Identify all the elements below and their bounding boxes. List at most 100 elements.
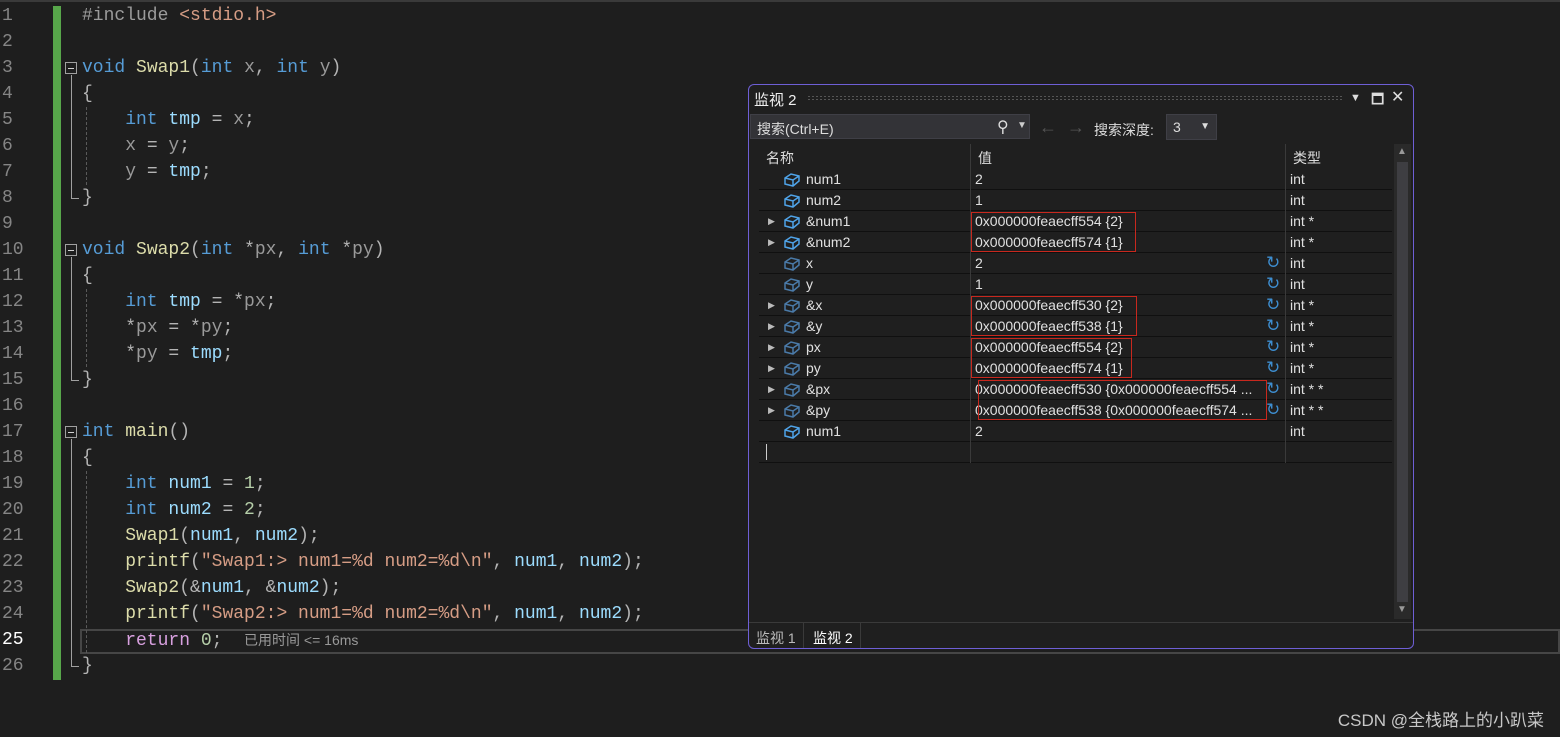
refresh-icon[interactable]: ↻ [1266,401,1280,419]
code-line[interactable]: x = y; [82,133,190,159]
back-arrow-icon[interactable]: ← [1039,117,1057,138]
watch-name[interactable]: &num1 [806,211,850,231]
watch-name[interactable]: num1 [806,421,841,441]
watch-name[interactable]: px [806,337,821,357]
code-line[interactable]: void Swap1(int x, int y) [82,55,341,81]
watch-value[interactable]: 1 [975,276,983,292]
search-depth-select[interactable]: 3 ▼ [1166,114,1217,140]
watch-row[interactable]: num2 1 int [759,190,1392,211]
code-line[interactable]: void Swap2(int *px, int *py) [82,237,385,263]
collapse-icon[interactable] [65,426,77,438]
watch-name[interactable]: &py [806,400,830,420]
line-number: 23 [2,578,24,598]
watch-name[interactable]: x [806,253,813,273]
refresh-icon[interactable]: ↻ [1266,317,1280,335]
code-line[interactable]: { [82,263,93,289]
code-line[interactable]: } [82,653,93,679]
watch-value[interactable]: 2 [975,423,983,439]
code-line[interactable]: int num2 = 2; [82,497,265,523]
watch-name[interactable]: y [806,274,813,294]
watch-row[interactable]: num1 2 int [759,421,1392,442]
code-line[interactable]: { [82,81,93,107]
watch-type: int * [1290,297,1315,313]
watch-name[interactable]: &x [806,295,822,315]
code-line[interactable]: *px = *py; [82,315,233,341]
column-header-type[interactable]: 类型 [1286,144,1392,169]
search-icon[interactable]: ⚲ [997,117,1009,137]
vertical-scrollbar[interactable]: ▲ ▼ [1394,144,1411,619]
watch-name[interactable]: &y [806,316,822,336]
code-token: ; [200,162,212,182]
search-input[interactable]: 搜索(Ctrl+E) ⚲ ▼ [750,114,1030,139]
code-token: return [82,631,201,651]
code-token: int [200,240,245,260]
code-token: num1 [168,474,212,494]
line-number: 8 [2,188,13,208]
code-line[interactable]: return 0; 已用时间 <= 16ms [82,627,358,653]
code-line[interactable]: } [82,367,93,393]
scrollbar-thumb[interactable] [1397,162,1408,602]
line-number: 18 [2,448,24,468]
code-line[interactable]: printf("Swap1:> num1=%d num2=%d\n", num1… [82,549,644,575]
code-token: main [125,422,169,442]
code-token: x [233,110,245,130]
line-number: 3 [2,58,13,78]
code-line[interactable]: y = tmp; [82,159,212,185]
watch-value[interactable]: 2 [975,171,983,187]
tab-watch-1[interactable]: 监视 1 [749,623,804,648]
code-line[interactable]: *py = tmp; [82,341,233,367]
code-line[interactable]: printf("Swap2:> num1=%d num2=%d\n", num1… [82,601,644,627]
watch-row[interactable]: x 2 ↻ int [759,253,1392,274]
watch-window[interactable]: 监视 2 ▼ 🗖 ✕ 搜索(Ctrl+E) ⚲ ▼ ← → 搜索深度: 3 ▼ 名… [748,84,1414,649]
search-dropdown-icon[interactable]: ▼ [1017,120,1027,131]
code-line[interactable]: } [82,185,93,211]
watch-name[interactable]: num1 [806,169,841,189]
refresh-icon[interactable]: ↻ [1266,380,1280,398]
code-token: #include [82,6,180,26]
code-line[interactable]: int tmp = *px; [82,289,276,315]
watch-name[interactable]: py [806,358,821,378]
refresh-icon[interactable]: ↻ [1266,338,1280,356]
close-icon[interactable]: ✕ [1391,87,1404,107]
dropdown-icon[interactable]: ▼ [1350,92,1361,104]
watch-name[interactable]: &px [806,379,830,399]
refresh-icon[interactable]: ↻ [1266,296,1280,314]
refresh-icon[interactable]: ↻ [1266,359,1280,377]
forward-arrow-icon[interactable]: → [1067,117,1085,138]
maximize-icon[interactable]: 🗖 [1371,89,1384,113]
watch-type: int * * [1290,402,1324,418]
code-line[interactable]: Swap1(num1, num2); [82,523,320,549]
watch-value[interactable]: 1 [975,192,983,208]
column-header-name[interactable]: 名称 [759,144,971,169]
watch-value[interactable]: 2 [975,255,983,271]
code-line[interactable]: int tmp = x; [82,107,255,133]
collapse-icon[interactable] [65,62,77,74]
code-token: Swap2 [82,578,180,598]
watch-row[interactable]: num1 2 int [759,169,1392,190]
fold-end [71,666,79,667]
column-header-value[interactable]: 值 [971,144,1286,169]
code-token: 0 [200,631,212,651]
watch-name[interactable]: &num2 [806,232,850,252]
code-line[interactable]: int num1 = 1; [82,471,265,497]
scroll-down-icon[interactable]: ▼ [1397,604,1407,615]
refresh-icon[interactable]: ↻ [1266,275,1280,293]
drag-handle[interactable] [807,95,1342,101]
watch-type: int * [1290,234,1315,250]
code-line[interactable]: int main() [82,419,190,445]
code-line[interactable]: Swap2(&num1, &num2); [82,575,341,601]
code-line[interactable]: #include <stdio.h> [82,3,276,29]
code-line[interactable]: { [82,445,93,471]
variable-icon [783,235,801,250]
watch-new-row[interactable] [759,442,1392,463]
watch-name[interactable]: num2 [806,190,841,210]
collapse-icon[interactable] [65,244,77,256]
code-token: ); [298,526,320,546]
tab-watch-2[interactable]: 监视 2 [806,623,861,648]
line-number: 10 [2,240,24,260]
watch-row[interactable]: y 1 ↻ int [759,274,1392,295]
fold-line [71,439,72,666]
line-number: 6 [2,136,13,156]
scroll-up-icon[interactable]: ▲ [1397,146,1407,157]
refresh-icon[interactable]: ↻ [1266,254,1280,272]
